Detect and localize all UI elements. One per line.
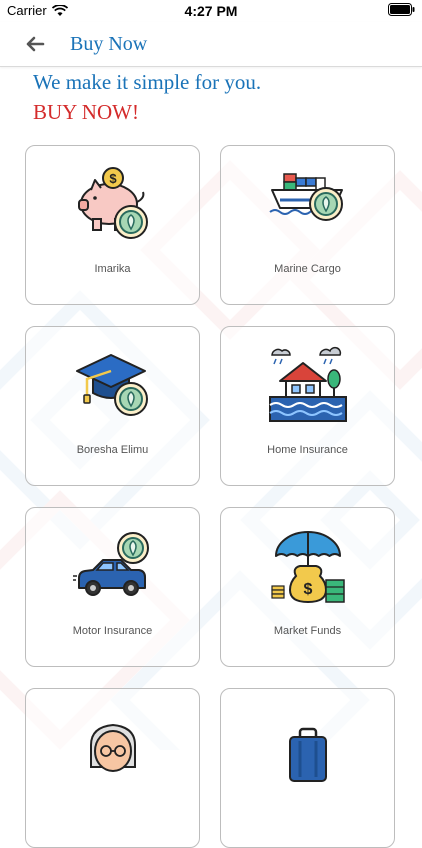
status-time: 4:27 PM xyxy=(184,3,238,19)
graduation-cap-shield-icon xyxy=(76,354,148,416)
car-shield-icon xyxy=(73,532,149,596)
intro-call-to-action: BUY NOW! xyxy=(33,100,139,124)
product-label: Home Insurance xyxy=(267,444,348,456)
navigation-bar: Buy Now xyxy=(0,22,422,67)
arrow-left-icon xyxy=(26,36,45,52)
product-card-imarika[interactable]: $ Imarika xyxy=(25,145,200,305)
cargo-ship-shield-icon xyxy=(269,173,343,221)
intro-text: We make it simple for you. BUY NOW! xyxy=(33,70,261,126)
back-button[interactable] xyxy=(20,29,50,59)
product-card-elderly[interactable] xyxy=(25,688,200,848)
product-card-market-funds[interactable]: $ Market Funds xyxy=(220,507,395,667)
luggage-icon xyxy=(289,727,327,782)
umbrella-money-icon: $ xyxy=(271,531,345,604)
piggy-bank-shield-icon: $ xyxy=(78,167,148,239)
flooded-house-icon xyxy=(269,346,347,422)
product-card-motor-insurance[interactable]: Motor Insurance xyxy=(25,507,200,667)
status-bar: Carrier 4:27 PM xyxy=(0,0,422,22)
intro-tagline: We make it simple for you. xyxy=(33,70,262,94)
page-title: Buy Now xyxy=(70,33,148,55)
product-label: Market Funds xyxy=(273,625,342,637)
product-card-boresha-elimu[interactable]: Boresha Elimu xyxy=(25,326,200,486)
elderly-person-icon xyxy=(90,723,136,772)
product-label: Imarika xyxy=(94,263,131,275)
svg-text:$: $ xyxy=(109,171,117,186)
product-card-home-insurance[interactable]: Home Insurance xyxy=(220,326,395,486)
product-card-marine-cargo[interactable]: Marine Cargo xyxy=(220,145,395,305)
product-label: Motor Insurance xyxy=(72,625,153,637)
product-label: Marine Cargo xyxy=(274,263,341,275)
svg-text:$: $ xyxy=(304,581,313,598)
product-card-travel[interactable] xyxy=(220,688,395,848)
battery-icon xyxy=(388,3,415,16)
product-label: Boresha Elimu xyxy=(76,444,149,456)
